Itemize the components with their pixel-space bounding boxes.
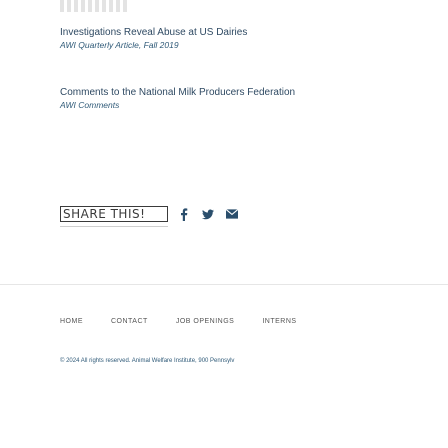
- twitter-icon[interactable]: [202, 208, 214, 220]
- article-meta: AWI Quarterly Article, Fall 2019: [60, 40, 179, 50]
- divider: [60, 226, 168, 227]
- email-icon[interactable]: [226, 208, 238, 220]
- footer-divider: [0, 284, 448, 285]
- top-decoration: [60, 0, 128, 12]
- page: Investigations Reveal Abuse at US Dairie…: [0, 0, 448, 448]
- copyright-text: © 2024 All rights reserved. Animal Welfa…: [60, 358, 235, 364]
- facebook-icon[interactable]: [178, 207, 190, 221]
- footer-link-contact[interactable]: CONTACT: [111, 318, 148, 325]
- footer-nav: HOME CONTACT JOB OPENINGS INTERNS: [60, 318, 325, 325]
- related-article: Comments to the National Milk Producers …: [60, 87, 360, 111]
- footer-link-job-openings[interactable]: JOB OPENINGS: [176, 318, 235, 325]
- article-title-link[interactable]: Comments to the National Milk Producers …: [60, 87, 360, 99]
- related-article: Investigations Reveal Abuse at US Dairie…: [60, 27, 360, 51]
- share-bar: SHARE THIS!: [60, 204, 238, 224]
- article-title-link[interactable]: Investigations Reveal Abuse at US Dairie…: [60, 27, 360, 39]
- footer-link-home[interactable]: HOME: [60, 318, 83, 325]
- share-label: SHARE THIS!: [60, 206, 168, 222]
- footer-link-interns[interactable]: INTERNS: [262, 318, 296, 325]
- article-meta: AWI Comments: [60, 100, 120, 110]
- share-icons: [178, 207, 238, 221]
